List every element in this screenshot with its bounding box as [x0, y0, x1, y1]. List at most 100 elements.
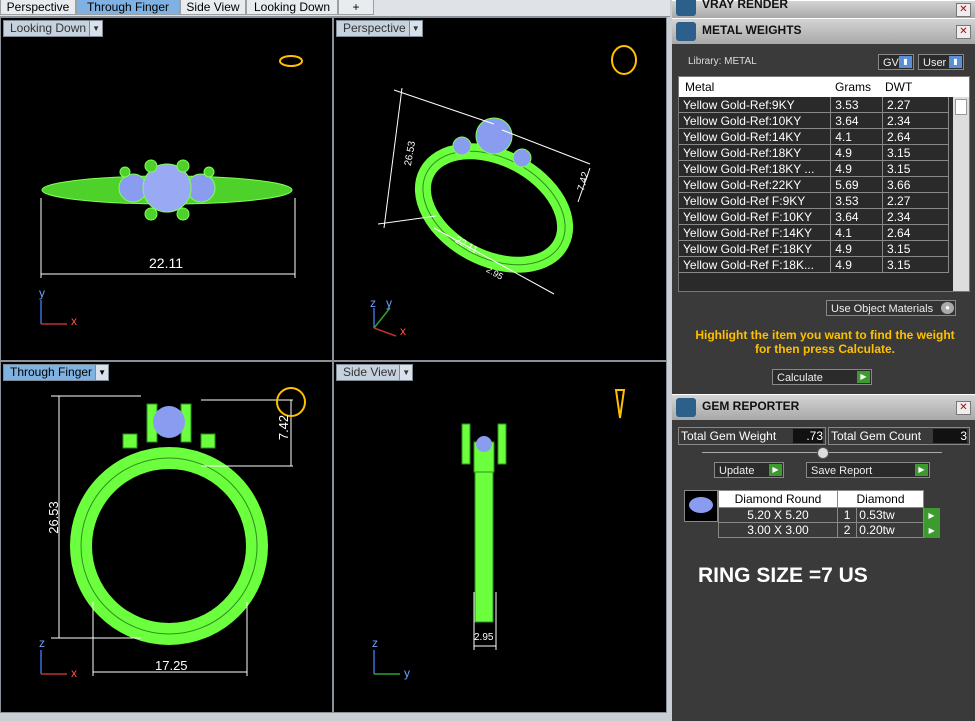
table-row[interactable]: 3.00 X 3.00 2 0.20tw ▶ — [718, 522, 940, 538]
axis-y-label: y — [404, 666, 410, 680]
dwt-cell: 3.15 — [882, 160, 949, 177]
column-metal[interactable]: Metal — [679, 77, 835, 97]
chevron-down-icon[interactable]: ▼ — [89, 21, 103, 36]
close-icon[interactable]: ✕ — [956, 3, 971, 17]
viewport-label-side-view[interactable]: Side View ▼ — [336, 364, 414, 381]
dwt-cell: 3.15 — [882, 240, 949, 257]
instruction-text: Highlight the item you want to find the … — [695, 328, 955, 356]
viewport-label-perspective[interactable]: Perspective ▼ — [336, 20, 423, 37]
metal-name-cell: Yellow Gold-Ref:14KY — [679, 128, 832, 145]
metal-table-scrollbar[interactable] — [953, 97, 969, 291]
gem-count-cell: 2 — [836, 522, 858, 538]
tab-side-view[interactable]: Side View — [180, 0, 246, 15]
dwt-cell: 2.27 — [882, 192, 949, 209]
gem-size-cell: 3.00 X 3.00 — [718, 522, 838, 538]
gem-reporter-header[interactable]: GEM REPORTER ✕ — [672, 394, 975, 420]
play-icon: ▶ — [769, 464, 782, 476]
axis-z-label: z — [39, 636, 45, 650]
play-icon[interactable]: ▶ — [923, 507, 940, 523]
gem-weight-cell: 0.20tw — [856, 522, 924, 538]
dwt-cell: 2.34 — [882, 112, 949, 129]
slider-handle[interactable] — [817, 447, 829, 459]
play-icon[interactable]: ▶ — [923, 522, 940, 538]
side-view-render — [373, 389, 626, 675]
table-row[interactable]: Yellow Gold-Ref F:10KY 3.64 2.34 — [679, 208, 949, 225]
save-report-button[interactable]: Save Report ▶ — [806, 462, 930, 478]
scroll-thumb[interactable] — [955, 99, 967, 115]
grams-cell: 4.9 — [830, 160, 884, 177]
table-row[interactable]: Yellow Gold-Ref:22KY 5.69 3.66 — [679, 176, 949, 193]
column-grams[interactable]: Grams — [835, 77, 885, 97]
metal-name-cell: Yellow Gold-Ref:18KY ... — [679, 160, 832, 177]
table-row[interactable]: Yellow Gold-Ref:18KY 4.9 3.15 — [679, 144, 949, 161]
axis-z-label: z — [370, 296, 376, 310]
viewport-label-looking-down[interactable]: Looking Down ▼ — [3, 20, 104, 37]
dwt-cell: 2.64 — [882, 128, 949, 145]
table-row[interactable]: 5.20 X 5.20 1 0.53tw ▶ — [718, 507, 940, 523]
dwt-cell: 2.27 — [882, 97, 949, 113]
gem-size-cell: 5.20 X 5.20 — [718, 507, 838, 523]
vray-render-header[interactable]: VRAY RENDER ✕ — [672, 0, 975, 18]
tab-through-finger[interactable]: Through Finger — [76, 0, 180, 15]
viewport-side-view[interactable]: Side View ▼ 2.95 z y — [333, 361, 667, 713]
use-object-materials-toggle[interactable]: Use Object Materials ● — [826, 300, 956, 316]
metal-rows: Yellow Gold-Ref:9KY 3.53 2.27 Yellow Gold-R… — [679, 97, 949, 273]
add-tab-button[interactable]: + — [338, 0, 374, 15]
axis-y-label: y — [386, 296, 392, 310]
chevron-down-icon[interactable]: ▼ — [408, 21, 422, 36]
viewport-perspective[interactable]: Perspective ▼ 26.53 7.42 22.11 2.95 z y x — [333, 17, 667, 361]
looking-down-render — [40, 55, 303, 325]
axis-z-label: z — [372, 636, 378, 650]
vray-title: VRAY RENDER — [702, 0, 789, 11]
total-gem-weight-label: Total Gem Weight — [681, 429, 777, 443]
column-dwt[interactable]: DWT — [885, 77, 945, 97]
table-row[interactable]: Yellow Gold-Ref:9KY 3.53 2.27 — [679, 97, 949, 113]
calculate-button[interactable]: Calculate ▶ — [772, 369, 872, 385]
axis-x-label: x — [71, 314, 77, 328]
diamond-round-icon — [684, 490, 718, 522]
metal-name-cell: Yellow Gold-Ref:18KY — [679, 144, 832, 161]
chevron-down-icon[interactable]: ▼ — [399, 365, 413, 380]
gv-toggle[interactable]: GV ▮ — [878, 54, 914, 70]
viewport-through-finger[interactable]: Through Finger ▼ 26.53 7.42 17.25 z x — [0, 361, 333, 713]
table-row[interactable]: Yellow Gold-Ref F:9KY 3.53 2.27 — [679, 192, 949, 209]
total-gem-count: Total Gem Count 3 — [828, 427, 970, 445]
metal-name-cell: Yellow Gold-Ref:22KY — [679, 176, 832, 193]
grams-cell: 4.9 — [830, 256, 884, 273]
close-icon[interactable]: ✕ — [956, 25, 971, 39]
table-row[interactable]: Yellow Gold-Ref:10KY 3.64 2.34 — [679, 112, 949, 129]
metal-name-cell: Yellow Gold-Ref F:18KY — [679, 240, 832, 257]
gem-table: Diamond Round Diamond 5.20 X 5.20 1 0.53tw… — [718, 490, 940, 538]
total-gem-count-label: Total Gem Count — [831, 429, 922, 443]
dimension-inner-diameter: 17.25 — [155, 658, 188, 673]
perspective-render — [373, 45, 637, 337]
metal-name-cell: Yellow Gold-Ref F:9KY — [679, 192, 832, 209]
report-icon — [676, 398, 696, 417]
table-row[interactable]: Yellow Gold-Ref F:18K... 4.9 3.15 — [679, 256, 949, 273]
table-row[interactable]: Yellow Gold-Ref F:14KY 4.1 2.64 — [679, 224, 949, 241]
total-gem-count-value: 3 — [933, 429, 967, 443]
user-toggle[interactable]: User ▮ — [918, 54, 964, 70]
table-row[interactable]: Yellow Gold-Ref:18KY ... 4.9 3.15 — [679, 160, 949, 177]
metal-weights-header[interactable]: METAL WEIGHTS ✕ — [672, 18, 975, 44]
ring-size-note: RING SIZE =7 US — [698, 564, 868, 587]
dwt-cell: 3.15 — [882, 144, 949, 161]
total-gem-weight: Total Gem Weight .73 — [678, 427, 826, 445]
update-button[interactable]: Update ▶ — [714, 462, 784, 478]
viewport-looking-down[interactable]: Looking Down ▼ 22.11 y x — [0, 17, 333, 361]
grams-cell: 4.1 — [830, 128, 884, 145]
close-icon[interactable]: ✕ — [956, 401, 971, 415]
library-label: Library: METAL — [688, 56, 757, 67]
metal-weights-title: METAL WEIGHTS — [702, 23, 802, 37]
grams-cell: 3.64 — [830, 208, 884, 225]
table-row[interactable]: Yellow Gold-Ref F:18KY 4.9 3.15 — [679, 240, 949, 257]
chevron-down-icon[interactable]: ▼ — [95, 365, 109, 380]
tab-looking-down[interactable]: Looking Down — [246, 0, 338, 15]
metal-name-cell: Yellow Gold-Ref:9KY — [679, 97, 832, 113]
dimension-height: 26.53 — [45, 501, 61, 534]
vray-icon — [676, 0, 696, 16]
table-row[interactable]: Yellow Gold-Ref:14KY 4.1 2.64 — [679, 128, 949, 145]
tab-perspective[interactable]: Perspective — [0, 0, 76, 15]
play-icon: ▶ — [915, 464, 928, 476]
viewport-label-through-finger[interactable]: Through Finger ▼ — [3, 364, 110, 381]
